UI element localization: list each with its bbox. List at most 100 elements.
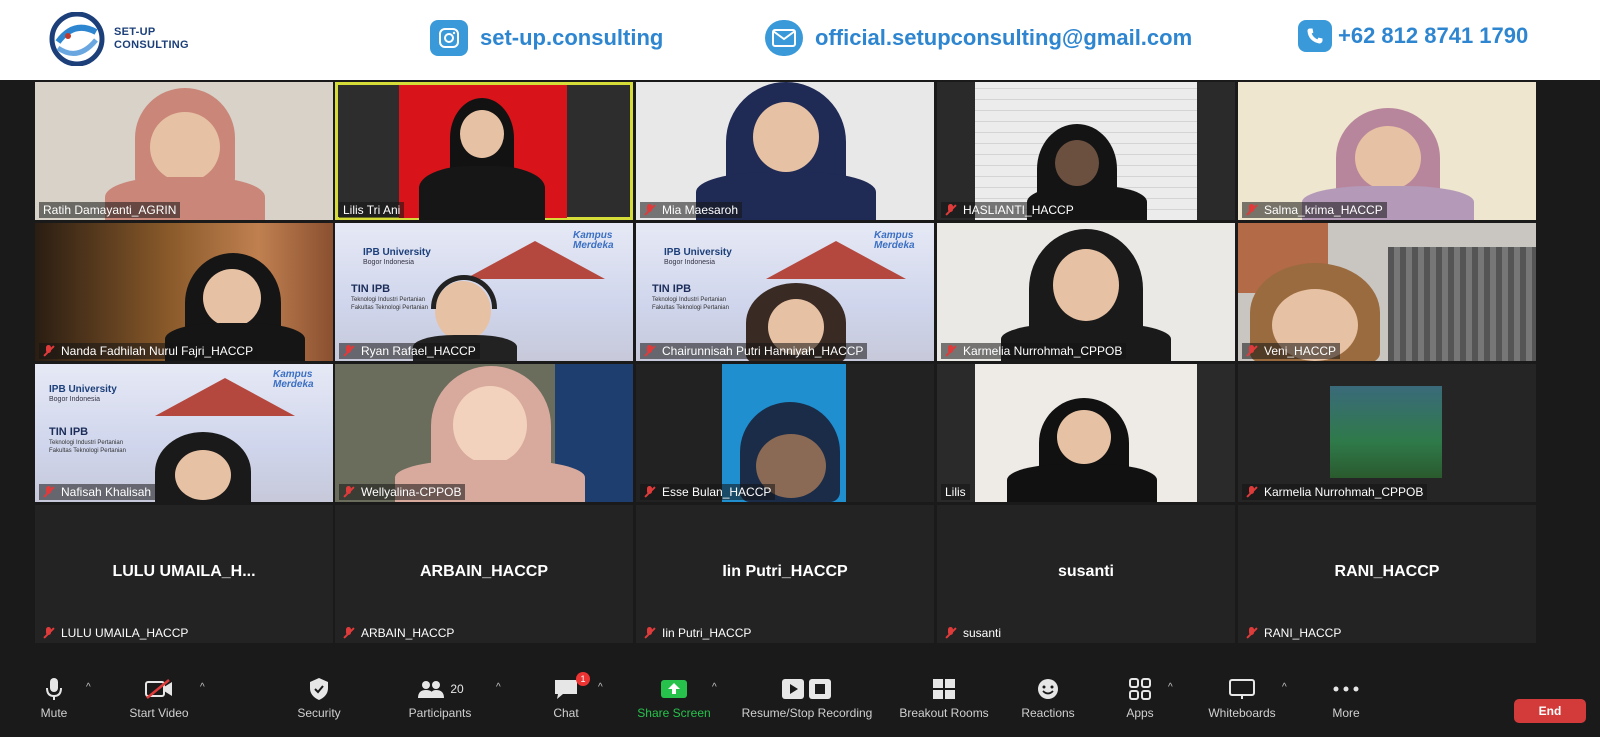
share-screen-button[interactable]: Share Screen bbox=[634, 676, 714, 720]
participants-count: 20 bbox=[450, 682, 464, 696]
security-button[interactable]: Security bbox=[292, 676, 346, 720]
mic-muted-icon bbox=[1246, 486, 1258, 498]
participant-display-name: susanti bbox=[1057, 563, 1114, 580]
recording-button[interactable]: Resume/Stop Recording bbox=[734, 676, 880, 720]
instagram-handle: set-up.consulting bbox=[480, 25, 664, 50]
mic-muted-icon bbox=[644, 486, 656, 498]
consulting-banner: SET-UP CONSULTING set-up.consulting offi… bbox=[0, 0, 1600, 80]
participant-name: Ryan Rafael_HACCP bbox=[339, 343, 480, 359]
participant-name: Iin Putri_HACCP bbox=[640, 625, 755, 641]
participant-name: Ratih Damayanti_AGRIN bbox=[39, 202, 181, 218]
reactions-button[interactable]: Reactions bbox=[1018, 676, 1078, 720]
mic-muted-icon bbox=[644, 204, 656, 216]
participant-tile[interactable]: Ratih Damayanti_AGRIN bbox=[35, 82, 333, 220]
participants-button[interactable]: 20 Participants bbox=[404, 676, 476, 720]
mic-muted-icon bbox=[343, 627, 355, 639]
mic-muted-icon bbox=[945, 345, 957, 357]
participant-tile-camera-off[interactable]: susanti susanti bbox=[937, 505, 1235, 643]
more-dots-icon bbox=[1326, 676, 1366, 702]
participant-tile-active-speaker[interactable]: Lilis Tri Ani bbox=[335, 82, 633, 220]
participant-name: susanti bbox=[941, 625, 1005, 641]
breakout-rooms-icon bbox=[894, 676, 994, 702]
mic-muted-icon bbox=[1246, 204, 1258, 216]
participant-name: Nafisah Khalisah bbox=[39, 484, 156, 500]
participant-name: LULU UMAILA_HACCP bbox=[39, 625, 192, 641]
participant-name: Chairunnisah Putri Hanniyah_HACCP bbox=[640, 343, 868, 359]
participant-name: Lilis Tri Ani bbox=[339, 202, 405, 218]
apps-icon bbox=[1120, 676, 1160, 702]
microphone-icon bbox=[36, 676, 72, 702]
chat-icon: 1 bbox=[548, 672, 590, 702]
participant-tile[interactable]: IPB University Bogor Indonesia Kampus Mer… bbox=[35, 364, 333, 502]
participant-name: HASLIANTI_HACCP bbox=[941, 202, 1078, 218]
mic-muted-icon bbox=[343, 345, 355, 357]
participant-name: Esse Bulan_HACCP bbox=[640, 484, 776, 500]
participant-tile-camera-off[interactable]: LULU UMAILA_H... LULU UMAILA_HACCP bbox=[35, 505, 333, 643]
chat-button[interactable]: 1 Chat bbox=[548, 672, 590, 720]
instagram-contact: set-up.consulting bbox=[430, 20, 663, 56]
mute-button[interactable]: Mute bbox=[36, 676, 72, 720]
mic-muted-icon bbox=[43, 627, 55, 639]
logo-line2: CONSULTING bbox=[114, 39, 189, 51]
participant-tile[interactable]: Karmelia Nurrohmah_CPPOB bbox=[937, 223, 1235, 361]
participants-icon: 20 bbox=[404, 676, 476, 702]
start-video-button[interactable]: Start Video bbox=[124, 676, 194, 720]
participant-tile[interactable]: Salma_krima_HACCP bbox=[1238, 82, 1536, 220]
participant-name: Karmelia Nurrohmah_CPPOB bbox=[941, 343, 1127, 359]
participant-display-name: RANI_HACCP bbox=[1334, 563, 1440, 580]
participant-tile-camera-off[interactable]: Iin Putri_HACCP Iin Putri_HACCP bbox=[636, 505, 934, 643]
whiteboards-button[interactable]: Whiteboards bbox=[1202, 676, 1282, 720]
participant-name: Karmelia Nurrohmah_CPPOB bbox=[1242, 484, 1428, 500]
shield-icon bbox=[292, 676, 346, 702]
mic-muted-icon bbox=[43, 345, 55, 357]
participant-tile[interactable]: HASLIANTI_HACCP bbox=[937, 82, 1235, 220]
apps-button[interactable]: Apps bbox=[1120, 676, 1160, 720]
mic-muted-icon bbox=[343, 486, 355, 498]
mail-icon bbox=[765, 20, 803, 56]
participant-tile[interactable]: Lilis bbox=[937, 364, 1235, 502]
phone-number: +62 812 8741 1790 bbox=[1338, 23, 1529, 48]
participant-tile-camera-off[interactable]: ARBAIN_HACCP ARBAIN_HACCP bbox=[335, 505, 633, 643]
participant-name: Wellyalina-CPPOB bbox=[339, 484, 466, 500]
record-controls-icon bbox=[734, 676, 880, 702]
mic-muted-icon bbox=[644, 627, 656, 639]
participant-tile[interactable]: Nanda Fadhilah Nurul Fajri_HACCP bbox=[35, 223, 333, 361]
mute-options-caret[interactable]: ^ bbox=[86, 682, 91, 693]
participant-tile[interactable]: Karmelia Nurrohmah_CPPOB bbox=[1238, 364, 1536, 502]
whiteboard-icon bbox=[1202, 676, 1282, 702]
chat-options-caret[interactable]: ^ bbox=[598, 682, 603, 693]
profile-photo bbox=[1330, 386, 1442, 478]
participant-video bbox=[1388, 247, 1536, 361]
email-address: official.setupconsulting@gmail.com bbox=[815, 25, 1193, 50]
mic-muted-icon bbox=[945, 627, 957, 639]
participant-tile[interactable]: Wellyalina-CPPOB bbox=[335, 364, 633, 502]
share-options-caret[interactable]: ^ bbox=[712, 682, 717, 693]
participant-tile[interactable]: Esse Bulan_HACCP bbox=[636, 364, 934, 502]
participant-tile[interactable]: Veni_HACCP bbox=[1238, 223, 1536, 361]
participant-tile-camera-off[interactable]: RANI_HACCP RANI_HACCP bbox=[1238, 505, 1536, 643]
more-button[interactable]: More bbox=[1326, 676, 1366, 720]
share-screen-icon bbox=[634, 676, 714, 702]
participant-name: ARBAIN_HACCP bbox=[339, 625, 458, 641]
smiley-icon bbox=[1018, 676, 1078, 702]
participant-display-name: Iin Putri_HACCP bbox=[722, 563, 848, 580]
video-off-icon bbox=[124, 676, 194, 702]
apps-options-caret[interactable]: ^ bbox=[1168, 682, 1173, 693]
participant-display-name: LULU UMAILA_H... bbox=[112, 563, 256, 580]
participant-name: Lilis bbox=[941, 484, 970, 500]
mic-muted-icon bbox=[1246, 345, 1258, 357]
participant-tile[interactable]: Mia Maesaroh bbox=[636, 82, 934, 220]
meeting-toolbar: Mute ^ Start Video ^ Security 20 Partici… bbox=[0, 658, 1600, 737]
video-options-caret[interactable]: ^ bbox=[200, 682, 205, 693]
participant-tile[interactable]: IPB University Bogor Indonesia Kampus Mer… bbox=[335, 223, 633, 361]
end-meeting-button[interactable]: End bbox=[1514, 699, 1586, 723]
participant-name: Mia Maesaroh bbox=[640, 202, 743, 218]
participant-name: Nanda Fadhilah Nurul Fajri_HACCP bbox=[39, 343, 258, 359]
participant-tile[interactable]: IPB University Bogor Indonesia Kampus Mer… bbox=[636, 223, 934, 361]
setup-consulting-logo bbox=[49, 12, 105, 66]
phone-icon bbox=[1298, 20, 1332, 52]
whiteboards-options-caret[interactable]: ^ bbox=[1282, 682, 1287, 693]
participants-options-caret[interactable]: ^ bbox=[496, 682, 501, 693]
participant-name: RANI_HACCP bbox=[1242, 625, 1345, 641]
breakout-rooms-button[interactable]: Breakout Rooms bbox=[894, 676, 994, 720]
